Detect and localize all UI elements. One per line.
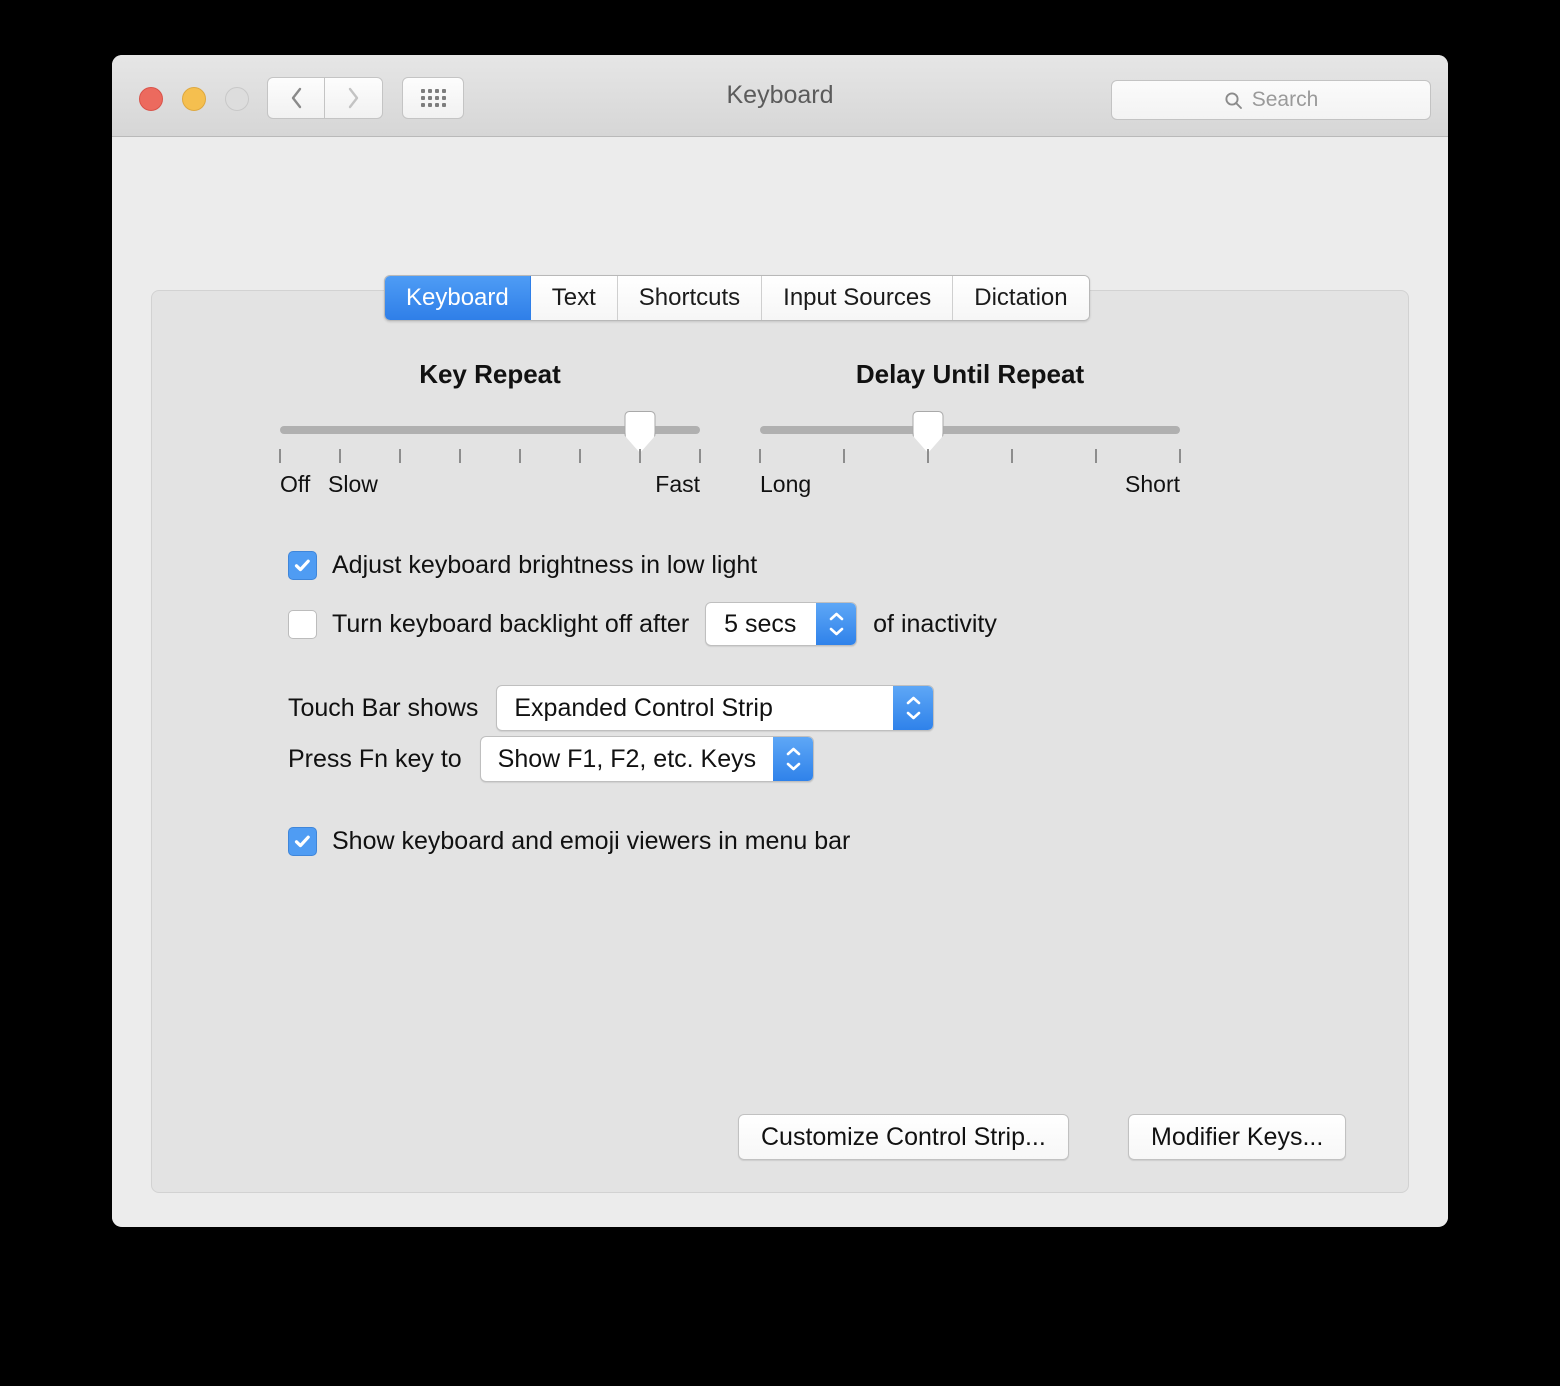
backlight-off-checkbox[interactable] [288,609,317,639]
tab-label: Shortcuts [638,284,741,311]
key-repeat-labels: Off Slow Fast [280,471,700,503]
popup-arrows[interactable] [773,737,814,781]
slider-tick [639,449,641,463]
tab-keyboard[interactable]: Keyboard [385,276,531,320]
backlight-off-suffix: of inactivity [873,609,997,638]
adjust-brightness-label: Adjust keyboard brightness in low light [332,551,758,579]
label-short: Short [1125,471,1180,497]
slider-tick [927,449,929,463]
slider-thumb[interactable] [624,411,656,453]
slider-tick [579,449,581,463]
search-placeholder: Search [1251,88,1319,111]
checkmark-icon [294,835,310,848]
backlight-delay-value: 5 secs [724,609,797,638]
show-viewers-label: Show keyboard and emoji viewers in menu … [332,827,851,855]
label-long: Long [760,471,812,497]
label-fast: Fast [655,471,700,497]
tab-dictation[interactable]: Dictation [953,276,1089,320]
backlight-off-label: Turn keyboard backlight off after [332,609,690,638]
search-icon [1225,91,1242,109]
adjust-brightness-checkbox[interactable] [288,551,317,580]
slider-tick [1095,449,1097,463]
label-off: Off [280,471,311,497]
popup-arrows[interactable] [893,686,934,730]
show-viewers-checkbox[interactable] [288,827,317,856]
button-label: Customize Control Strip... [761,1122,1046,1151]
backlight-off-row[interactable]: Turn keyboard backlight off after 5 secs… [288,602,997,646]
slider-tick [519,449,521,463]
chevron-up-icon [829,612,843,621]
slider-tick [1011,449,1013,463]
window-titlebar: Keyboard Search [112,55,1448,137]
slider-tick [399,449,401,463]
delay-until-repeat-slider[interactable] [760,411,1180,453]
chevron-up-icon [906,696,921,705]
touch-bar-popup[interactable]: Expanded Control Strip [496,685,935,731]
modifier-keys-button[interactable]: Modifier Keys... [1128,1114,1347,1160]
label-slow: Slow [328,471,378,497]
tab-input-sources[interactable]: Input Sources [762,276,954,320]
slider-tick [759,449,761,463]
key-repeat-title: Key Repeat [419,359,561,389]
customize-control-strip-button[interactable]: Customize Control Strip... [738,1114,1069,1160]
fn-key-popup[interactable]: Show F1, F2, etc. Keys [479,736,815,782]
touch-bar-value: Expanded Control Strip [514,693,773,722]
fn-key-label: Press Fn key to [288,744,462,773]
slider-tick [459,449,461,463]
slider-thumb[interactable] [912,411,944,453]
slider-tick-marks [279,449,701,465]
chevron-down-icon [786,762,800,771]
backlight-delay-stepper[interactable]: 5 secs [705,602,858,646]
tab-label: Keyboard [406,284,509,311]
chevron-down-icon [829,627,843,636]
tab-label: Input Sources [783,284,932,311]
stepper-arrows[interactable] [816,603,857,645]
slider-tick [699,449,701,463]
touch-bar-label: Touch Bar shows [288,693,479,722]
fn-key-value: Show F1, F2, etc. Keys [497,744,757,773]
slider-tick [279,449,281,463]
button-label: Modifier Keys... [1151,1122,1324,1151]
slider-tick [339,449,341,463]
fn-key-row: Press Fn key to Show F1, F2, etc. Keys [288,736,815,782]
slider-tick [1179,449,1181,463]
key-repeat-slider-group: Key Repeat Off Slow Fast [279,359,701,503]
search-field[interactable]: Search [1111,80,1431,120]
chevron-down-icon [906,711,921,720]
key-repeat-slider[interactable] [280,411,700,453]
slider-tick-marks [759,449,1181,465]
adjust-brightness-row[interactable]: Adjust keyboard brightness in low light [288,551,757,580]
chevron-up-icon [786,747,800,756]
tab-label: Dictation [974,284,1068,311]
show-viewers-row[interactable]: Show keyboard and emoji viewers in menu … [288,827,850,856]
delay-until-repeat-title: Delay Until Repeat [855,359,1085,389]
slider-track [760,426,1180,434]
tab-shortcuts[interactable]: Shortcuts [617,276,763,320]
tab-bar: Keyboard Text Shortcuts Input Sources Di… [384,275,1090,321]
slider-tick [843,449,845,463]
tab-label: Text [551,284,596,311]
delay-until-repeat-slider-group: Delay Until Repeat Long Short [759,359,1181,503]
system-preferences-window: Keyboard Search Keyboard Text Shortcuts … [112,55,1448,1227]
delay-until-repeat-labels: Long Short [760,471,1180,503]
checkmark-icon [294,559,310,572]
touch-bar-row: Touch Bar shows Expanded Control Strip [288,685,935,731]
window-body: Keyboard Text Shortcuts Input Sources Di… [112,137,1448,1226]
tab-text[interactable]: Text [530,276,618,320]
